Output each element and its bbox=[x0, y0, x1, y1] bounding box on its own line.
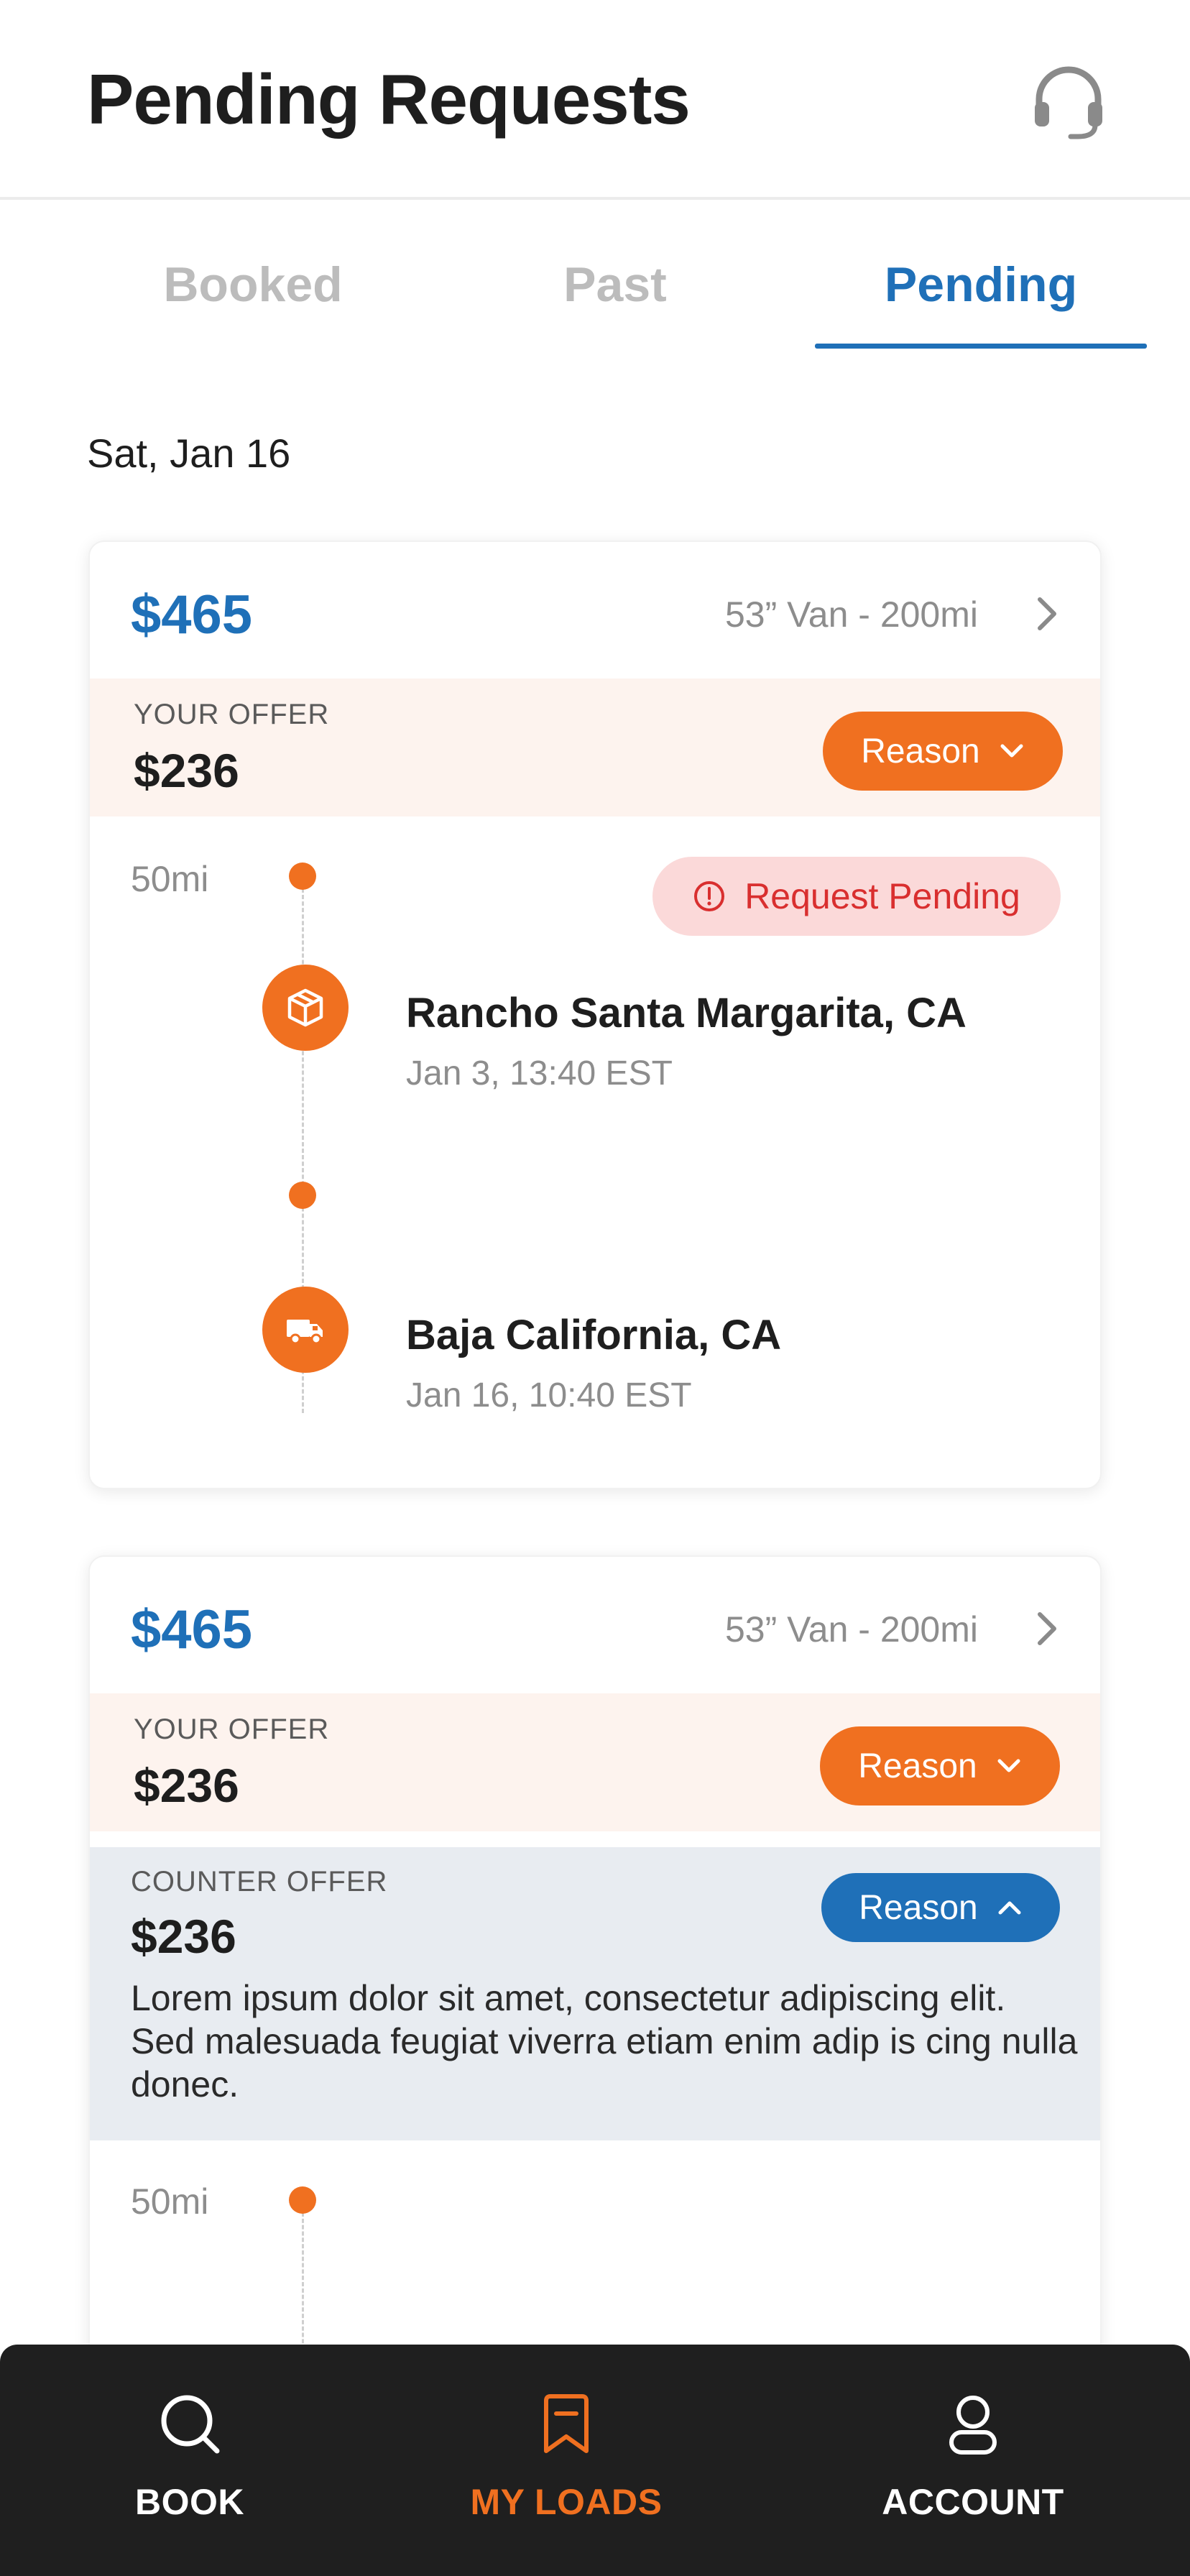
search-icon bbox=[161, 2395, 220, 2454]
dropoff-stop-marker bbox=[262, 1287, 349, 1373]
route-distance: 50mi bbox=[131, 859, 209, 899]
chevron-up-icon bbox=[998, 1901, 1021, 1915]
bookmark-icon bbox=[544, 2394, 589, 2453]
headset-icon[interactable] bbox=[1029, 62, 1108, 141]
tab-pending[interactable]: Pending bbox=[815, 244, 1147, 352]
user-icon bbox=[949, 2396, 997, 2455]
nav-book[interactable]: BOOK bbox=[46, 2391, 333, 2523]
route-dot bbox=[289, 862, 316, 890]
dropoff-time: Jan 16, 10:40 EST bbox=[406, 1376, 692, 1414]
route-timeline: 50mi bbox=[90, 2140, 1100, 2356]
chevron-down-icon bbox=[997, 1759, 1020, 1772]
your-offer-section: YOUR OFFER $236 Reason bbox=[90, 1693, 1100, 1831]
truck-icon bbox=[287, 1320, 323, 1345]
pickup-time: Jan 3, 13:40 EST bbox=[406, 1054, 673, 1092]
nav-account-label: ACCOUNT bbox=[882, 2482, 1064, 2522]
card-header: $465 53” Van - 200mi bbox=[90, 542, 1100, 678]
counter-offer-section: COUNTER OFFER $236 Reason Lorem ipsum do… bbox=[90, 1847, 1100, 2140]
reason-button-label: Reason bbox=[858, 1747, 977, 1785]
card-header: $465 53” Van - 200mi bbox=[90, 1557, 1100, 1693]
counter-offer-label: COUNTER OFFER bbox=[131, 1866, 388, 1898]
counter-offer-value: $236 bbox=[131, 1910, 236, 1963]
route-dot bbox=[289, 2186, 316, 2214]
load-card[interactable]: $465 53” Van - 200mi YOUR OFFER $236 Rea… bbox=[88, 540, 1102, 1489]
active-tab-indicator bbox=[815, 344, 1147, 349]
pickup-stop-marker bbox=[262, 965, 349, 1051]
nav-book-label: BOOK bbox=[135, 2482, 244, 2522]
alert-circle-icon bbox=[694, 881, 725, 911]
app-header: Pending Requests bbox=[0, 0, 1190, 200]
page-title: Pending Requests bbox=[87, 60, 691, 139]
route-line bbox=[302, 2212, 304, 2356]
counter-reason-button[interactable]: Reason bbox=[821, 1873, 1060, 1942]
route-timeline: 50mi Request Pending Rancho Santa Margar… bbox=[90, 816, 1100, 1488]
your-offer-label: YOUR OFFER bbox=[134, 699, 330, 730]
your-offer-value: $236 bbox=[134, 1759, 239, 1812]
bottom-navigation: BOOK MY LOADS ACCOUNT bbox=[0, 2345, 1190, 2576]
load-price: $465 bbox=[131, 584, 253, 645]
route-distance: 50mi bbox=[131, 2181, 209, 2222]
chevron-right-icon[interactable] bbox=[1030, 1607, 1064, 1650]
reason-button[interactable]: Reason bbox=[823, 712, 1063, 791]
your-offer-label: YOUR OFFER bbox=[134, 1714, 330, 1745]
load-meta: 53” Van - 200mi bbox=[724, 594, 978, 635]
dropoff-location: Baja California, CA bbox=[406, 1312, 782, 1358]
your-offer-section: YOUR OFFER $236 Reason bbox=[90, 678, 1100, 816]
nav-my-loads[interactable]: MY LOADS bbox=[423, 2391, 710, 2523]
nav-account[interactable]: ACCOUNT bbox=[829, 2391, 1117, 2523]
load-tabs: Booked Past Pending bbox=[0, 244, 1190, 352]
chevron-down-icon bbox=[1000, 744, 1023, 758]
load-price: $465 bbox=[131, 1599, 253, 1660]
status-badge-label: Request Pending bbox=[744, 876, 1020, 916]
reason-button[interactable]: Reason bbox=[820, 1726, 1060, 1806]
tab-booked[interactable]: Booked bbox=[108, 244, 398, 352]
date-heading: Sat, Jan 16 bbox=[87, 431, 291, 476]
package-icon bbox=[287, 988, 323, 1027]
your-offer-value: $236 bbox=[134, 744, 239, 797]
tab-past[interactable]: Past bbox=[470, 244, 760, 352]
load-meta: 53” Van - 200mi bbox=[724, 1609, 978, 1650]
status-badge: Request Pending bbox=[652, 857, 1061, 936]
reason-button-label: Reason bbox=[861, 732, 980, 770]
route-dot bbox=[289, 1182, 316, 1209]
counter-offer-reason-text: Lorem ipsum dolor sit amet, consectetur … bbox=[131, 1978, 1078, 2104]
nav-my-loads-label: MY LOADS bbox=[470, 2482, 663, 2522]
reason-button-label: Reason bbox=[859, 1888, 978, 1927]
pickup-location: Rancho Santa Margarita, CA bbox=[406, 990, 967, 1036]
chevron-right-icon[interactable] bbox=[1030, 592, 1064, 635]
